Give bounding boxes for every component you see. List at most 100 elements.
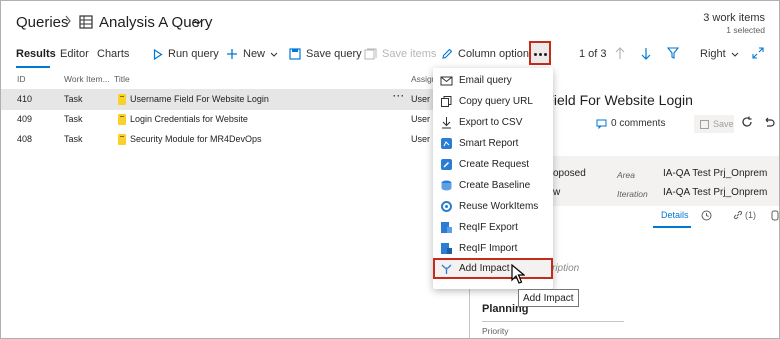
row-title[interactable]: Security Module for MR4DevOps xyxy=(130,134,262,144)
save-icon xyxy=(289,48,301,60)
row-title[interactable]: Username Field For Website Login xyxy=(130,94,269,104)
refresh-icon[interactable] xyxy=(741,116,753,128)
save-button[interactable]: Save xyxy=(694,115,734,133)
expand-icon[interactable] xyxy=(752,47,764,59)
task-icon xyxy=(118,94,126,105)
table-row[interactable]: 410 Task Username Field For Website Logi… xyxy=(1,89,471,110)
row-assigned: User ( xyxy=(411,94,436,104)
menu-item-label: ReqIF Import xyxy=(459,243,518,254)
column-header-id[interactable]: ID xyxy=(17,74,26,84)
run-query-button[interactable]: Run query xyxy=(153,48,219,60)
row-type: Task xyxy=(64,134,83,144)
play-icon xyxy=(153,48,163,60)
comments-label: 0 comments xyxy=(611,118,666,129)
chevron-right-icon xyxy=(64,15,72,27)
more-actions-menu: Email query Copy query URL Export to CSV… xyxy=(433,68,553,289)
reqif-export-icon xyxy=(440,221,453,234)
query-table-icon xyxy=(79,15,93,29)
row-title[interactable]: Login Credentials for Website xyxy=(130,114,248,124)
tab-charts[interactable]: Charts xyxy=(97,48,129,60)
arrow-down-icon[interactable] xyxy=(641,47,651,60)
links-tab[interactable]: (1) xyxy=(745,210,756,220)
priority-label: Priority xyxy=(482,326,509,336)
menu-item-reqif-export[interactable]: ReqIF Export xyxy=(433,217,553,238)
menu-item-create-request[interactable]: Create Request xyxy=(433,154,553,175)
new-button[interactable]: New xyxy=(226,48,278,60)
row-type: Task xyxy=(64,94,83,104)
menu-item-smart-report[interactable]: Smart Report xyxy=(433,133,553,154)
save-query-button[interactable]: Save query xyxy=(289,48,362,60)
menu-item-email-query[interactable]: Email query xyxy=(433,70,553,91)
view-mode-label: Right xyxy=(700,48,726,60)
area-label: Area xyxy=(617,170,635,180)
iteration-value[interactable]: IA-QA Test Prj_Onprem xyxy=(663,187,767,198)
menu-item-label: Smart Report xyxy=(459,138,519,149)
undo-icon[interactable] xyxy=(763,116,775,128)
link-icon[interactable] xyxy=(733,210,743,220)
column-header-type[interactable]: Work Item... xyxy=(64,74,110,84)
chevron-down-icon[interactable] xyxy=(193,19,203,25)
menu-item-label: Create Baseline xyxy=(459,180,531,191)
mouse-pointer-icon xyxy=(511,264,525,284)
area-value[interactable]: IA-QA Test Prj_Onprem xyxy=(663,168,767,179)
comments-link[interactable]: 0 comments xyxy=(596,118,665,129)
save-icon xyxy=(700,119,709,129)
table-row[interactable]: 409 Task Login Credentials for Website U… xyxy=(1,109,471,130)
add-impact-icon xyxy=(440,262,453,275)
history-icon[interactable] xyxy=(701,210,712,221)
pager-text: 1 of 3 xyxy=(579,48,607,60)
tab-details[interactable]: Details xyxy=(661,210,689,220)
pencil-icon xyxy=(441,48,453,60)
menu-item-reqif-import[interactable]: ReqIF Import xyxy=(433,238,553,259)
task-icon xyxy=(118,114,126,125)
selected-count: 1 selected xyxy=(726,25,765,35)
menu-item-label: Email query xyxy=(459,75,512,86)
row-assigned: User ( xyxy=(411,114,436,124)
chevron-down-icon xyxy=(270,52,278,57)
state-value[interactable]: oposed xyxy=(553,168,586,179)
tooltip: Add Impact xyxy=(518,289,579,307)
comment-icon xyxy=(596,119,607,129)
active-detail-tab-indicator xyxy=(653,226,691,228)
save-label: Save xyxy=(713,119,734,129)
save-items-button[interactable]: Save items xyxy=(364,48,436,60)
chevron-down-icon xyxy=(731,52,739,57)
run-query-label: Run query xyxy=(168,48,219,60)
filter-icon[interactable] xyxy=(667,47,679,59)
menu-item-label: Export to CSV xyxy=(459,117,523,128)
more-dot xyxy=(534,53,537,56)
more-dot xyxy=(544,53,547,56)
tab-results[interactable]: Results xyxy=(16,48,56,60)
arrow-up-icon[interactable] xyxy=(615,47,625,60)
create-request-icon xyxy=(440,158,453,171)
menu-item-reuse-workitems[interactable]: Reuse WorkItems xyxy=(433,196,553,217)
row-id: 409 xyxy=(17,114,33,124)
plus-icon xyxy=(226,48,238,60)
menu-item-label: Copy query URL xyxy=(459,96,533,107)
more-actions-button[interactable] xyxy=(529,41,551,65)
active-tab-indicator xyxy=(16,66,50,68)
table-row[interactable]: 408 Task Security Module for MR4DevOps U… xyxy=(1,129,471,150)
column-options-label: Column options xyxy=(458,48,535,60)
menu-item-copy-query-url[interactable]: Copy query URL xyxy=(433,91,553,112)
view-mode-dropdown[interactable]: Right xyxy=(700,48,739,60)
attachment-icon[interactable] xyxy=(771,210,779,221)
row-type: Task xyxy=(64,114,83,124)
row-assigned: User ( xyxy=(411,134,436,144)
menu-item-export-to-csv[interactable]: Export to CSV xyxy=(433,112,553,133)
row-id: 408 xyxy=(17,134,33,144)
menu-item-add-impact[interactable]: Add Impact xyxy=(433,258,553,279)
menu-item-label: Reuse WorkItems xyxy=(459,201,539,212)
reason-value[interactable]: w xyxy=(553,187,560,198)
menu-item-label: Add Impact xyxy=(459,263,510,274)
tab-editor[interactable]: Editor xyxy=(60,48,89,60)
row-more-icon[interactable]: ··· xyxy=(393,91,405,101)
more-dot xyxy=(539,53,542,56)
app-window: Queries Analysis A Query 3 work items 1 … xyxy=(0,0,780,339)
menu-item-create-baseline[interactable]: Create Baseline xyxy=(433,175,553,196)
column-options-button[interactable]: Column options xyxy=(441,48,534,60)
breadcrumb-queries[interactable]: Queries xyxy=(16,14,69,31)
column-header-title[interactable]: Title xyxy=(114,74,130,84)
save-items-label: Save items xyxy=(382,48,437,60)
smart-report-icon xyxy=(440,137,453,150)
